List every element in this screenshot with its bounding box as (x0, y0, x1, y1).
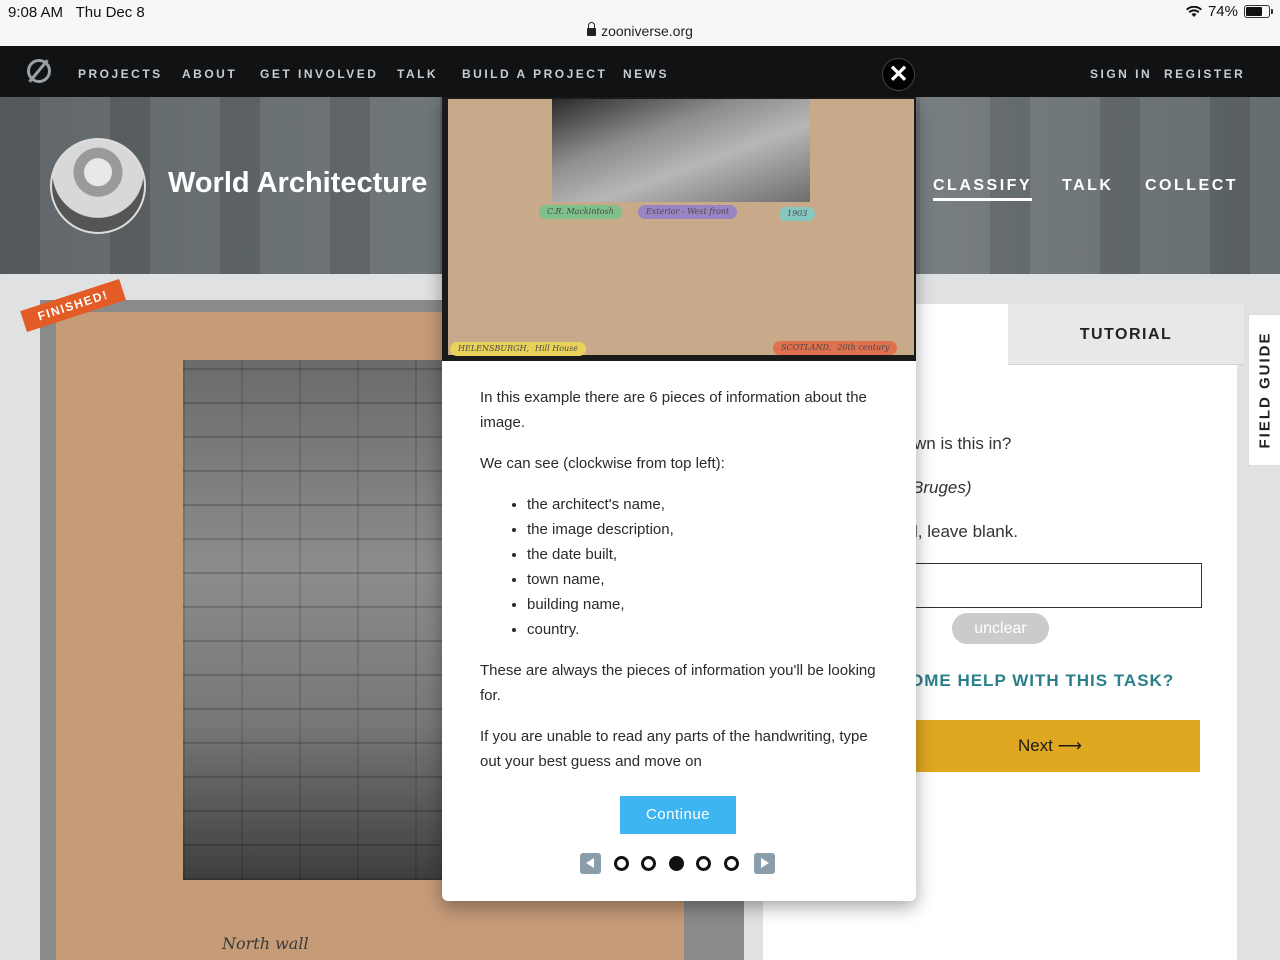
top-nav: PROJECTS ABOUT GET INVOLVED TALK BUILD A… (0, 46, 1280, 97)
step-dot[interactable] (724, 856, 739, 871)
tutorial-paragraph: In this example there are 6 pieces of in… (480, 389, 867, 431)
step-dot[interactable] (614, 856, 629, 871)
help-link[interactable]: OME HELP WITH THIS TASK? (910, 671, 1174, 691)
list-item: the image description, (527, 517, 880, 542)
town-input[interactable] (905, 563, 1202, 608)
tag-country-period: SCOTLAND, 20th century (773, 341, 898, 355)
task-example: Bruges) (912, 478, 972, 497)
tag-description: Exterior - West front (638, 205, 738, 219)
list-item: town name, (527, 567, 880, 592)
tag-building: Hill House (535, 344, 578, 353)
tutorial-example-image: C.R. Mackintosh Exterior - West front 19… (442, 97, 916, 361)
tutorial-paragraph: We can see (clockwise from top left): (480, 455, 725, 472)
nav-build-a-project[interactable]: BUILD A PROJECT (462, 67, 607, 81)
tab-classify[interactable]: CLASSIFY (933, 177, 1033, 201)
address-bar[interactable]: zooniverse.org (0, 22, 1280, 39)
tab-talk[interactable]: TALK (1062, 177, 1113, 195)
battery-icon (1244, 5, 1273, 18)
example-photo (552, 99, 810, 202)
close-icon[interactable]: ✕ (882, 58, 915, 91)
task-question: wn is this in? (914, 434, 1012, 453)
continue-button[interactable]: Continue (620, 796, 736, 834)
arrow-right-icon: ⟶ (1057, 736, 1083, 755)
tutorial-paragraph: If you are unable to read any parts of t… (480, 728, 868, 770)
tutorial-paragraph: These are always the pieces of informati… (480, 662, 876, 704)
tag-architect: C.R. Mackintosh (539, 205, 622, 219)
tab-collect[interactable]: COLLECT (1145, 177, 1238, 195)
list-item: the architect's name, (527, 492, 880, 517)
lock-icon (587, 22, 597, 36)
nav-get-involved[interactable]: GET INVOLVED (260, 67, 378, 81)
tag-country: SCOTLAND, (781, 343, 832, 352)
zooniverse-logo-icon[interactable] (27, 59, 51, 83)
next-label: Next (1017, 736, 1053, 755)
nav-news[interactable]: NEWS (623, 67, 669, 81)
tag-town-building: HELENSBURGH, Hill House (450, 342, 586, 356)
status-time: 9:08 AM Thu Dec 8 (8, 4, 145, 21)
next-step-icon[interactable] (754, 853, 775, 874)
example-card: C.R. Mackintosh Exterior - West front 19… (448, 99, 914, 356)
project-title[interactable]: World Architecture (168, 167, 427, 200)
unclear-button[interactable]: unclear (952, 613, 1049, 644)
nav-projects[interactable]: PROJECTS (78, 67, 163, 81)
field-guide-label: FIELD GUIDE (1256, 331, 1273, 449)
step-dot-current[interactable] (669, 856, 684, 871)
subject-handwriting: North wall (222, 934, 309, 953)
tab-tutorial[interactable]: TUTORIAL (1008, 304, 1244, 365)
battery-level (1246, 7, 1263, 16)
status-bar: 9:08 AM Thu Dec 8 zooniverse.org 74% (0, 0, 1280, 46)
step-dot[interactable] (641, 856, 656, 871)
tag-town: HELENSBURGH, (458, 344, 530, 353)
status-indicators: 74% (1185, 3, 1273, 20)
nav-about[interactable]: ABOUT (182, 67, 237, 81)
list-item: building name, (527, 592, 880, 617)
step-pager (580, 852, 778, 874)
sign-in-link[interactable]: SIGN IN (1090, 67, 1152, 81)
previous-step-icon[interactable] (580, 853, 601, 874)
wifi-icon (1185, 5, 1202, 17)
info-list: the architect's name, the image descript… (527, 492, 880, 642)
nav-talk[interactable]: TALK (397, 67, 438, 81)
step-dot[interactable] (696, 856, 711, 871)
tutorial-modal: C.R. Mackintosh Exterior - West front 19… (442, 97, 916, 901)
register-link[interactable]: REGISTER (1164, 67, 1245, 81)
list-item: the date built, (527, 542, 880, 567)
project-avatar[interactable] (50, 138, 146, 234)
battery-percent: 74% (1207, 3, 1238, 20)
next-button[interactable]: Next ⟶ (900, 720, 1200, 772)
tag-date: 1903 (779, 207, 816, 221)
list-item: country. (527, 617, 880, 642)
task-instruction: l, leave blank. (914, 522, 1018, 541)
url-text: zooniverse.org (601, 23, 693, 39)
field-guide-tab[interactable]: FIELD GUIDE (1248, 314, 1280, 466)
tutorial-text: In this example there are 6 pieces of in… (480, 385, 880, 790)
tag-period: 20th century (837, 343, 890, 352)
